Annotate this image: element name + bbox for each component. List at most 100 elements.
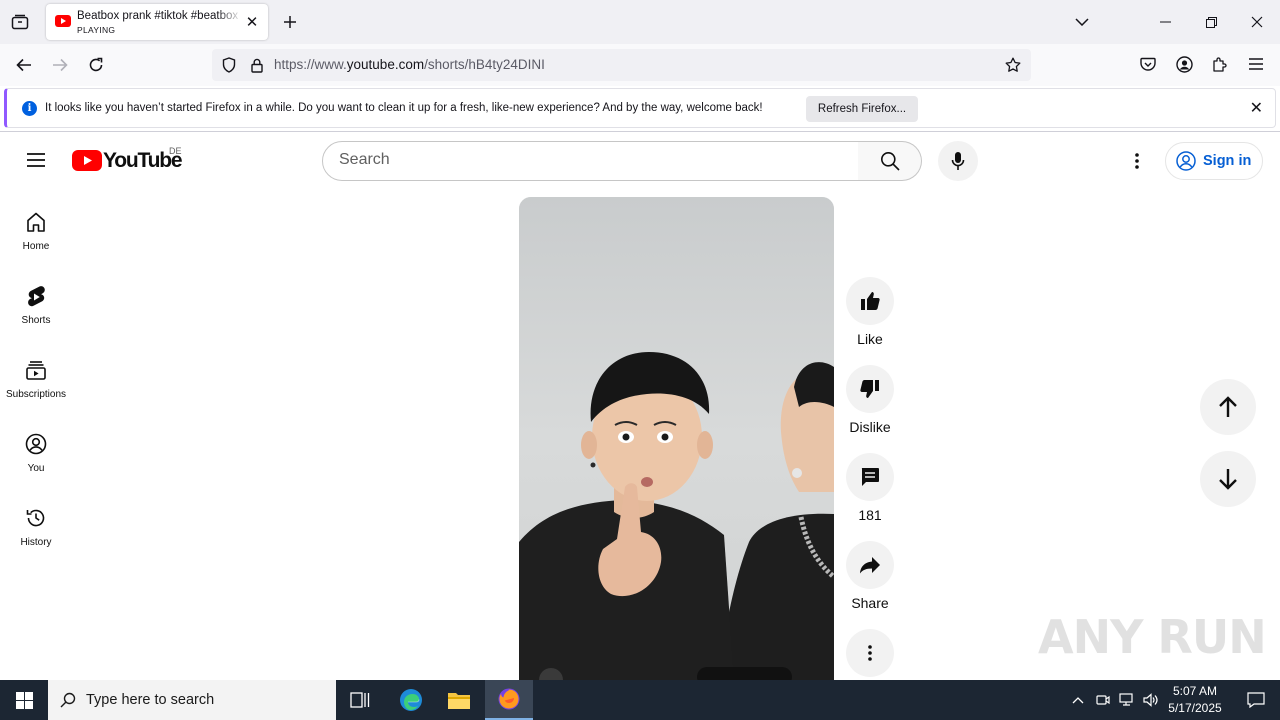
url-domain: youtube.com [346, 57, 425, 72]
anyrun-watermark: ANY RUN [1038, 610, 1267, 664]
like-action[interactable]: Like [846, 277, 894, 347]
clock-time: 5:07 AM [1172, 684, 1218, 698]
new-tab-icon[interactable] [280, 12, 300, 32]
firefox-view-icon[interactable] [8, 12, 32, 32]
edge-browser-icon[interactable] [387, 680, 435, 720]
close-window-icon[interactable] [1242, 12, 1272, 32]
account-icon[interactable] [1174, 54, 1194, 74]
close-notification-icon[interactable]: ✕ [1250, 98, 1263, 118]
guide-menu-icon[interactable] [24, 148, 48, 172]
more-actions[interactable] [846, 629, 894, 677]
guide-item-shorts[interactable]: Shorts [0, 277, 72, 337]
task-view-icon[interactable] [336, 680, 384, 720]
share-label: Share [851, 595, 889, 611]
sign-in-button[interactable]: Sign in [1165, 142, 1263, 180]
thumbs-down-icon [860, 380, 879, 398]
video-frame-image [519, 197, 834, 680]
comments-count: 181 [858, 507, 882, 523]
arrow-down-icon [1219, 469, 1237, 490]
share-button[interactable] [846, 541, 894, 589]
microphone-icon [951, 152, 965, 170]
restore-window-icon[interactable] [1196, 12, 1226, 32]
browser-tab-active[interactable]: Beatbox prank #tiktok #beatbox PLAYING ✕ [46, 4, 268, 40]
shorts-icon [26, 285, 46, 309]
share-arrow-icon [860, 557, 880, 574]
comments-action[interactable]: 181 [846, 453, 894, 523]
network-icon[interactable] [1116, 680, 1138, 720]
close-tab-icon[interactable]: ✕ [244, 13, 260, 31]
extensions-puzzle-icon[interactable] [1210, 54, 1230, 74]
guide-item-label: Shorts [21, 315, 51, 326]
youtube-favicon-icon [55, 15, 71, 27]
guide-item-subscriptions[interactable]: Subscriptions [0, 351, 72, 411]
comments-button[interactable] [846, 453, 894, 501]
file-explorer-icon[interactable] [435, 680, 483, 720]
like-button[interactable] [846, 277, 894, 325]
system-clock[interactable]: 5:07 AM 5/17/2025 [1164, 683, 1226, 717]
reload-icon[interactable] [84, 54, 108, 76]
guide-item-label: Home [22, 241, 50, 252]
info-icon: i [22, 101, 37, 116]
guide-item-home[interactable]: Home [0, 203, 72, 263]
notification-message: It looks like you haven’t started Firefo… [45, 102, 763, 114]
shorts-video-player[interactable] [519, 197, 834, 680]
search-button[interactable] [858, 141, 922, 181]
like-label: Like [857, 331, 883, 347]
start-windows-icon[interactable] [0, 680, 48, 720]
firefox-taskbar-icon[interactable] [485, 680, 533, 720]
browser-navigation-bar: https://www.youtube.com/shorts/hB4ty24DI… [0, 44, 1280, 86]
url-prefix: https://www. [274, 57, 347, 72]
hamburger-menu-icon[interactable] [1246, 54, 1266, 74]
next-short-button[interactable] [1200, 451, 1256, 507]
subscriptions-icon [25, 359, 47, 383]
windows-taskbar: Type here to search 5:07 AM 5/17/2025 [0, 680, 1280, 720]
you-icon [25, 433, 47, 457]
pocket-icon[interactable] [1138, 54, 1158, 74]
youtube-header: YouTube DE Sign in [0, 132, 1280, 188]
dislike-action[interactable]: Dislike [846, 365, 894, 435]
share-action[interactable]: Share [846, 541, 894, 611]
voice-search-button[interactable] [938, 141, 978, 181]
account-circle-icon [1176, 151, 1196, 171]
firefox-refresh-notification: i It looks like you haven’t started Fire… [4, 88, 1276, 128]
dislike-button[interactable] [846, 365, 894, 413]
url-text[interactable]: https://www.youtube.com/shorts/hB4ty24DI… [274, 57, 545, 72]
clock-date: 5/17/2025 [1168, 701, 1222, 715]
tab-title: Beatbox prank #tiktok #beatbox [77, 10, 239, 22]
search-icon [60, 692, 76, 708]
country-code: DE [169, 146, 182, 156]
lock-icon[interactable] [248, 56, 266, 74]
settings-more-vert-icon[interactable] [1125, 149, 1149, 173]
browser-tab-bar: Beatbox prank #tiktok #beatbox PLAYING ✕ [0, 0, 1280, 44]
back-arrow-icon[interactable] [12, 54, 36, 76]
thumbs-up-icon [861, 292, 880, 310]
refresh-firefox-button[interactable]: Refresh Firefox... [806, 96, 918, 122]
guide-item-label: History [20, 537, 52, 548]
more-vert-icon [868, 645, 872, 661]
sign-in-label: Sign in [1203, 153, 1252, 169]
tab-status: PLAYING [77, 25, 116, 35]
comment-icon [861, 468, 879, 486]
tracking-protection-shield-icon[interactable] [220, 56, 238, 74]
list-tabs-chevron-down-icon[interactable] [1072, 12, 1092, 32]
guide-item-label: Subscriptions [5, 389, 67, 400]
bookmark-star-icon[interactable] [1004, 56, 1022, 74]
forward-arrow-icon[interactable] [48, 54, 72, 76]
minimize-window-icon[interactable] [1150, 12, 1180, 32]
meet-now-icon[interactable] [1092, 680, 1114, 720]
search-box[interactable] [322, 141, 859, 181]
previous-short-button[interactable] [1200, 379, 1256, 435]
guide-item-label: You [27, 463, 45, 474]
address-bar[interactable]: https://www.youtube.com/shorts/hB4ty24DI… [212, 49, 1031, 81]
url-path: /shorts/hB4ty24DINI [424, 57, 545, 72]
guide-item-you[interactable]: You [0, 425, 72, 485]
search-input[interactable] [339, 151, 839, 169]
guide-item-history[interactable]: History [0, 499, 72, 559]
volume-speaker-icon[interactable] [1140, 680, 1162, 720]
taskbar-search-box[interactable]: Type here to search [48, 680, 336, 720]
youtube-logo-icon[interactable] [72, 150, 102, 171]
more-actions-button[interactable] [846, 629, 894, 677]
show-hidden-icons-chevron-up-icon[interactable] [1066, 680, 1090, 720]
arrow-up-icon [1219, 396, 1237, 417]
action-center-notification-icon[interactable] [1232, 680, 1280, 720]
